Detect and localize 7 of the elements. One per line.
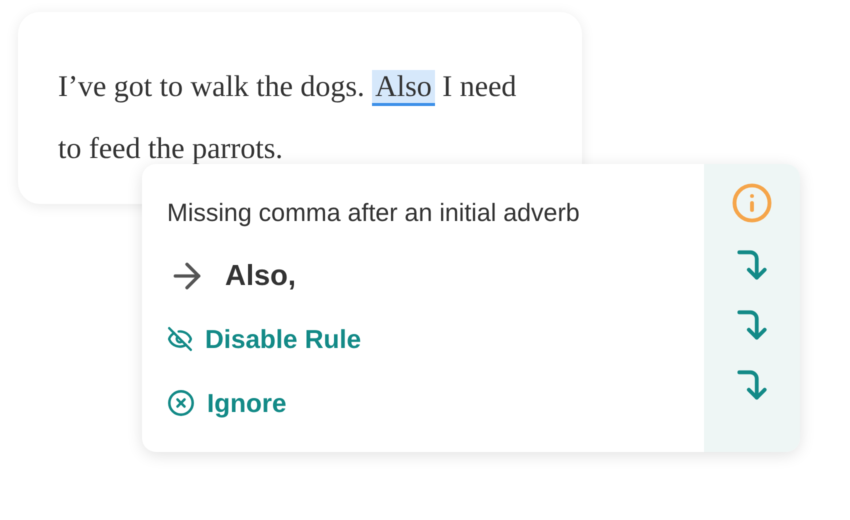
eye-off-icon (167, 326, 193, 352)
close-circle-icon (167, 389, 195, 417)
error-message: Missing comma after an initial adverb (167, 198, 581, 229)
highlighted-word[interactable]: Also (372, 70, 435, 106)
action-link[interactable]: Disable Rule (167, 320, 704, 358)
suggestion-button[interactable]: Also, (225, 258, 296, 294)
action-link[interactable]: Ignore (167, 384, 704, 422)
